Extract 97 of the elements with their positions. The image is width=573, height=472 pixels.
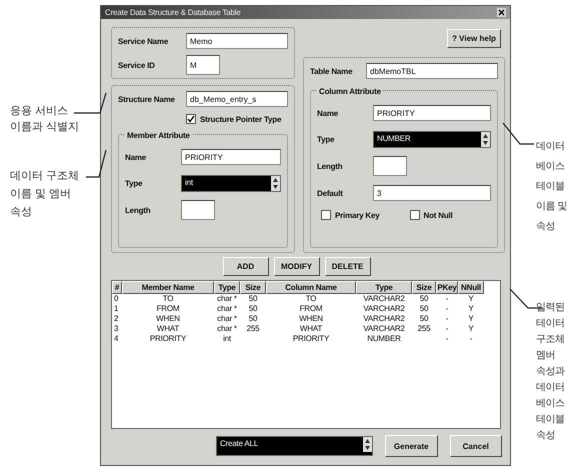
field-label: Service Name [118, 36, 170, 46]
field-label: Service ID [118, 60, 156, 70]
table-cell-text: TO [162, 294, 174, 304]
action-button[interactable]: DELETE [324, 257, 370, 276]
table-cell-text: Y [467, 294, 475, 304]
table-cell-text: PRIORITY [148, 334, 188, 344]
column-header[interactable]: # [112, 281, 122, 294]
table-cell-text: Y [467, 324, 475, 334]
dialog-button[interactable]: Generate [385, 435, 438, 457]
table-cell-text: 2 [113, 314, 120, 324]
dialog-button[interactable]: Cancel [450, 435, 502, 457]
table-cell-text: VARCHAR2 [362, 314, 406, 324]
leader-line [502, 122, 534, 145]
input-field[interactable]: Memo [186, 33, 288, 49]
checkbox[interactable]: Primary Key [321, 210, 380, 220]
table-cell-text: 4 [113, 334, 120, 344]
close-icon [497, 8, 506, 17]
table-cell-text: VARCHAR2 [362, 304, 406, 314]
column-header[interactable]: Type [214, 281, 240, 294]
table-cell-text: 1 [113, 304, 120, 314]
table-cell-text: 50 [418, 314, 430, 324]
table-cell-text: TO [304, 294, 318, 304]
annotation-text: 데이터 베이스 테이블 이름 및 속성 [536, 140, 567, 234]
table-cell-text: FROM [156, 304, 180, 314]
type-dropdown[interactable]: NUMBER [373, 130, 491, 148]
mode-dropdown[interactable]: Create ALL [216, 436, 373, 456]
checkbox[interactable]: Not Null [410, 210, 453, 220]
field-label: Length [125, 206, 152, 214]
table-cell-text: Y [467, 314, 475, 324]
table-cell-text: WHAT [298, 324, 324, 334]
table-cell-text: - [444, 334, 450, 344]
table-cell-text: - [444, 304, 450, 314]
table-cell-text: char * [216, 304, 238, 314]
table-cell-text: VARCHAR2 [362, 294, 406, 304]
column-header[interactable]: NNull [458, 281, 484, 294]
input-field[interactable] [373, 156, 407, 176]
table-cell-text: - [444, 324, 450, 334]
leader-line [74, 92, 107, 114]
table-cell-text: 50 [418, 304, 430, 314]
table-cell-text: 3 [113, 324, 120, 334]
group-title: Column Attribute [317, 87, 383, 96]
column-header[interactable]: Member Name [122, 281, 214, 294]
action-button[interactable]: MODIFY [274, 257, 320, 276]
annotation-text: 입력된 테이터 구조체 멤버 속성과 데이터 베이스 테이블 속성 [536, 301, 564, 443]
field-label: Type [317, 134, 336, 144]
table-cell-text: 50 [418, 294, 430, 304]
table-cell-text: 0 [113, 294, 120, 304]
table-cell-text: 50 [248, 304, 258, 314]
input-field[interactable] [181, 200, 215, 220]
field-label: Default [317, 188, 344, 198]
input-field[interactable]: PRIORITY [373, 105, 491, 121]
column-header[interactable]: Column Name [266, 281, 356, 294]
table-cell-text: - [444, 294, 450, 304]
table-cell-text: 50 [248, 314, 258, 324]
table-cell-text: WHEN [155, 314, 181, 324]
field-label: Table Name [310, 66, 354, 76]
table-cell-text: char * [216, 294, 238, 304]
checkmark-icon [187, 115, 195, 123]
annotation-text: 응용 서비스 이름과 식별지 [10, 104, 80, 135]
table-cell-text: WHAT [156, 324, 180, 334]
window-title: Create Data Structure & Database Table [105, 8, 240, 17]
table-cell-text: NUMBER [366, 334, 402, 344]
field-label: Type [125, 178, 144, 188]
table-cell-text: FROM [298, 304, 324, 314]
table-cell-text: WHEN [298, 314, 324, 324]
table-cell-text: - [468, 334, 474, 344]
table-cell-text: char * [216, 314, 238, 324]
column-header[interactable]: PKey [436, 281, 458, 294]
table-cell-text: Y [467, 304, 475, 314]
input-field[interactable]: db_Memo_entry_s [186, 91, 288, 107]
group-title: Member Attribute [125, 131, 192, 140]
table-cell-text: PRIORITY [292, 334, 330, 344]
field-label: Length [317, 162, 344, 170]
table-cell-text: 255 [246, 324, 260, 334]
help-button[interactable]: ? View help [447, 29, 501, 48]
table-cell-text: VARCHAR2 [362, 324, 406, 334]
annotation-text: 데이터 구조체 이름 및 엠버 속성 [10, 169, 80, 220]
table-cell-text: char * [216, 324, 238, 334]
column-header[interactable]: Type [356, 281, 412, 294]
input-field[interactable]: M [186, 55, 220, 75]
type-dropdown[interactable]: int [181, 174, 281, 192]
table-cell-text: 50 [248, 294, 258, 304]
action-button[interactable]: ADD [222, 257, 268, 276]
leader-line [86, 150, 107, 178]
table-cell-text: - [444, 314, 450, 324]
table-cell-text: 255 [416, 324, 432, 334]
field-label: Name [317, 108, 339, 118]
input-field[interactable]: 3 [373, 185, 491, 201]
table-cell-text: int [222, 334, 232, 344]
checkbox[interactable]: Structure Pointer Type [186, 114, 288, 124]
column-header[interactable]: Size [412, 281, 436, 294]
field-label: Structure Name [118, 94, 176, 104]
column-header[interactable]: Size [240, 281, 266, 294]
input-field[interactable]: dbMemoTBL [366, 63, 498, 79]
input-field[interactable]: PRIORITY [181, 149, 281, 165]
field-label: Name [125, 152, 147, 162]
close-button[interactable] [497, 8, 506, 17]
